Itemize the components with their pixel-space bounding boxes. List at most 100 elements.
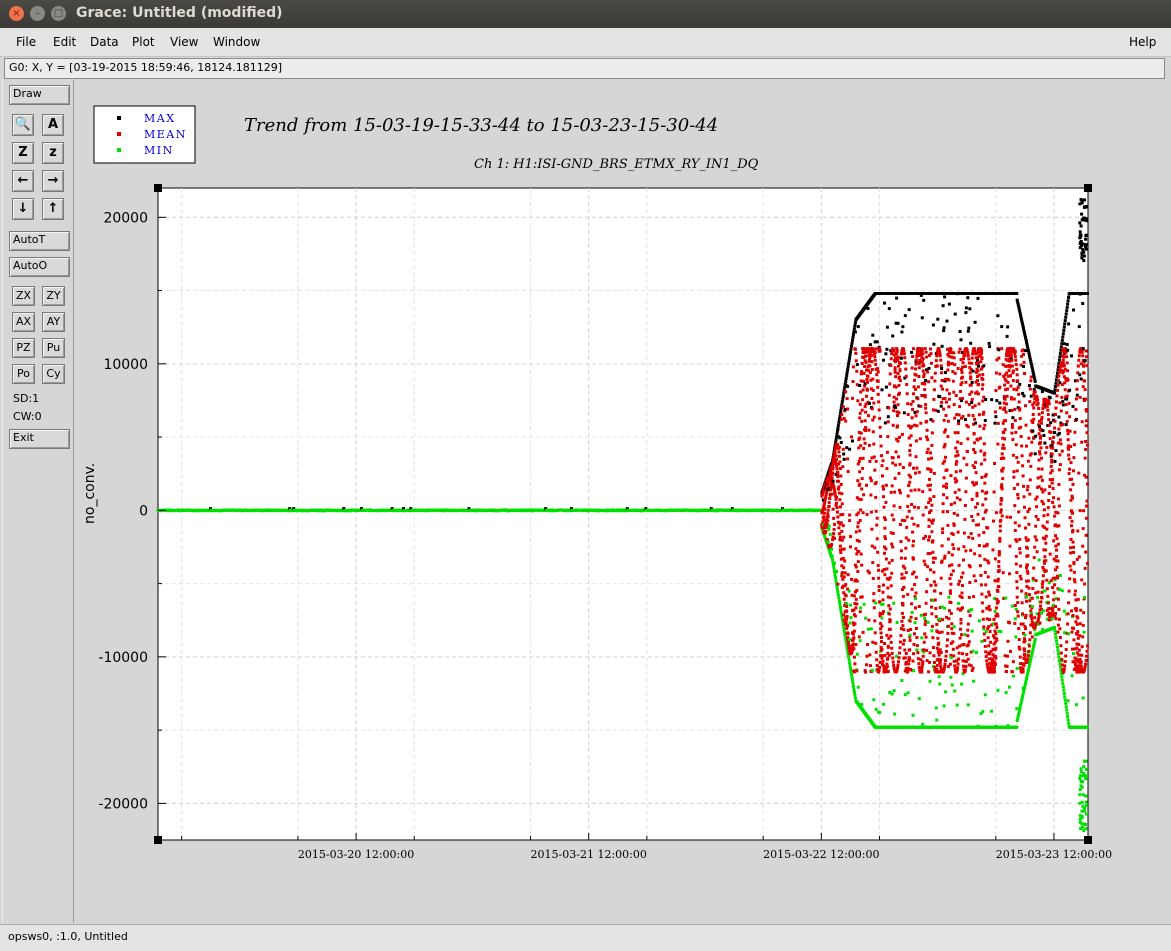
cy-button[interactable]: Cy <box>42 364 65 384</box>
draw-button[interactable]: Draw <box>9 85 70 105</box>
trend-plot[interactable]: MAX MEAN MIN Trend from 15-03-19-15-33-4… <box>76 81 1159 897</box>
data-point <box>1017 510 1020 513</box>
data-point <box>908 308 911 311</box>
data-point <box>1085 804 1088 807</box>
data-point <box>929 568 932 571</box>
data-point <box>856 363 859 366</box>
data-point <box>1055 449 1058 452</box>
zy-button[interactable]: ZY <box>42 286 65 306</box>
data-point <box>918 605 921 608</box>
data-point <box>966 351 969 354</box>
exit-button[interactable]: Exit <box>9 429 70 449</box>
data-point <box>955 463 958 466</box>
data-point <box>969 342 972 345</box>
data-point <box>844 571 847 574</box>
data-point <box>983 639 986 642</box>
data-point <box>971 398 974 401</box>
x-tick-label: 2015-03-23 12:00:00 <box>996 848 1112 861</box>
data-point <box>978 402 981 405</box>
data-point <box>947 625 950 628</box>
graph-canvas[interactable]: MAX MEAN MIN Trend from 15-03-19-15-33-4… <box>76 81 1159 897</box>
data-point <box>879 622 882 625</box>
menu-edit[interactable]: Edit <box>53 35 76 49</box>
data-point <box>928 478 931 481</box>
arrow-right-icon[interactable]: → <box>42 170 64 192</box>
data-point <box>950 563 953 566</box>
data-point <box>977 369 980 372</box>
selection-handle[interactable] <box>154 184 162 192</box>
data-point <box>1022 353 1025 356</box>
data-point <box>921 352 924 355</box>
arrow-up-icon[interactable]: ↑ <box>42 198 64 220</box>
zoom-out-button[interactable]: z <box>42 142 64 164</box>
text-icon[interactable]: A <box>42 114 64 136</box>
data-point <box>930 530 933 533</box>
data-point <box>834 573 837 576</box>
data-point <box>1016 373 1019 376</box>
data-point <box>1071 631 1074 634</box>
data-point <box>836 471 839 474</box>
data-point <box>1039 622 1042 625</box>
menu-view[interactable]: View <box>170 35 198 49</box>
menu-file[interactable]: File <box>16 35 36 49</box>
ay-button[interactable]: AY <box>42 312 65 332</box>
data-point <box>956 450 959 453</box>
po-button[interactable]: Po <box>12 364 35 384</box>
data-point <box>1082 347 1085 350</box>
data-point <box>892 664 895 667</box>
menu-data[interactable]: Data <box>90 35 119 49</box>
data-point <box>1057 624 1060 627</box>
data-point <box>1057 428 1060 431</box>
data-point <box>937 642 940 645</box>
data-point <box>836 516 839 519</box>
data-point <box>1080 578 1083 581</box>
data-point <box>858 460 861 463</box>
autot-button[interactable]: AutoT <box>9 231 70 251</box>
y-tick-label: 0 <box>139 503 148 519</box>
data-point <box>1060 652 1063 655</box>
close-window-icon[interactable]: × <box>9 6 24 21</box>
data-point <box>890 572 893 575</box>
pu-button[interactable]: Pu <box>42 338 65 358</box>
autoo-button[interactable]: AutoO <box>9 257 70 277</box>
data-point <box>977 297 980 300</box>
selection-handle[interactable] <box>1084 836 1092 844</box>
zoom-icon[interactable]: 🔍 <box>12 114 34 136</box>
zoom-in-button[interactable]: Z <box>12 142 34 164</box>
data-point <box>1081 805 1084 808</box>
zx-button[interactable]: ZX <box>12 286 35 306</box>
data-point <box>1043 508 1046 511</box>
data-point <box>1029 379 1032 382</box>
data-point <box>845 377 848 380</box>
data-point <box>969 371 972 374</box>
data-point <box>933 580 936 583</box>
ax-button[interactable]: AX <box>12 312 35 332</box>
arrow-left-icon[interactable]: ← <box>12 170 34 192</box>
menu-help[interactable]: Help <box>1129 35 1156 49</box>
data-point <box>925 602 928 605</box>
data-point <box>1051 447 1054 450</box>
data-point <box>872 430 875 433</box>
maximize-window-icon[interactable]: □ <box>51 6 66 21</box>
data-point <box>956 669 959 672</box>
data-point <box>1065 355 1068 358</box>
data-point <box>1026 554 1029 557</box>
data-point <box>994 647 997 650</box>
data-point <box>853 691 856 694</box>
data-point <box>976 492 979 495</box>
selection-handle[interactable] <box>1084 184 1092 192</box>
data-point <box>1083 596 1086 599</box>
data-point <box>871 641 874 644</box>
selection-handle[interactable] <box>154 836 162 844</box>
menu-plot[interactable]: Plot <box>132 35 155 49</box>
data-point <box>970 401 973 404</box>
data-point <box>941 345 944 348</box>
data-point <box>1072 652 1075 655</box>
pz-button[interactable]: PZ <box>12 338 35 358</box>
minimize-window-icon[interactable]: – <box>30 6 45 21</box>
data-point <box>1023 495 1026 498</box>
data-point <box>842 405 845 408</box>
data-point <box>873 606 876 609</box>
menu-window[interactable]: Window <box>213 35 260 49</box>
arrow-down-icon[interactable]: ↓ <box>12 198 34 220</box>
